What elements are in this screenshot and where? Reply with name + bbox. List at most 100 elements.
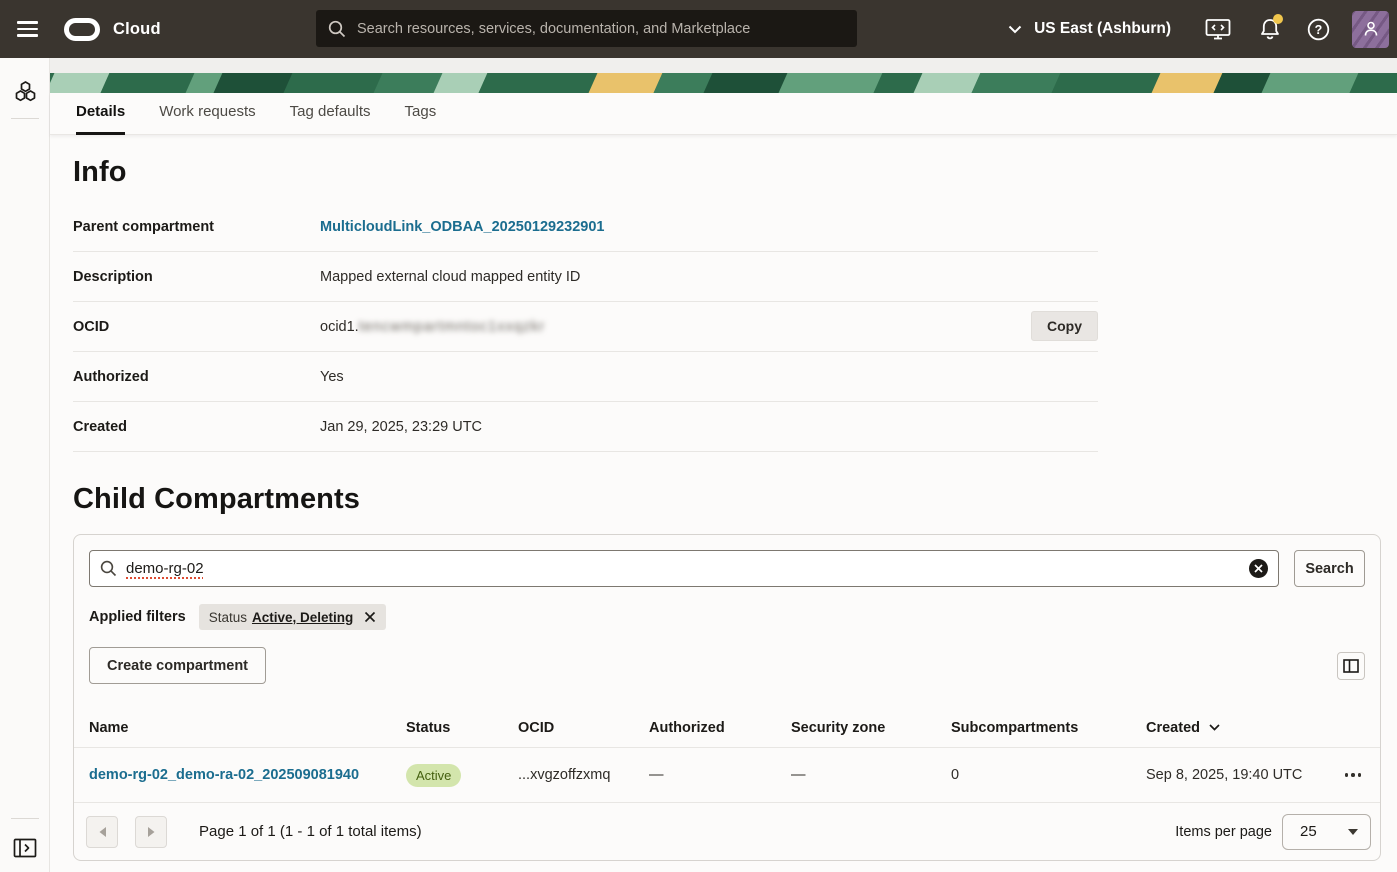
table-header-row: Name Status OCID Authorized Security zon… xyxy=(74,708,1380,748)
banner-segment xyxy=(212,73,294,93)
items-per-page-label: Items per page xyxy=(1175,824,1272,840)
detail-tabs: Details Work requests Tag defaults Tags xyxy=(50,93,1397,135)
hamburger-menu-icon[interactable] xyxy=(4,0,50,58)
search-query-text: demo-rg-02 xyxy=(126,560,204,577)
banner-segment xyxy=(1260,73,1360,93)
info-row-description: Description Mapped external cloud mapped… xyxy=(73,252,1098,302)
cell-subcompartments: 0 xyxy=(951,767,1146,783)
field-label: Parent compartment xyxy=(73,219,320,235)
info-title: Info xyxy=(73,135,1397,189)
description-value: Mapped external cloud mapped entity ID xyxy=(320,269,580,285)
search-icon xyxy=(100,560,117,577)
header-actions: US East (Ashburn) ? xyxy=(1008,0,1397,58)
cloud-shell-icon[interactable] xyxy=(1205,18,1231,41)
banner-segment xyxy=(587,73,664,93)
items-per-page-select[interactable]: 25 xyxy=(1282,814,1371,850)
cell-created: Sep 8, 2025, 19:40 UTC xyxy=(1146,767,1326,783)
field-label: Description xyxy=(73,269,320,285)
items-per-page-value: 25 xyxy=(1300,823,1317,840)
prev-page-icon[interactable] xyxy=(86,816,118,848)
left-sidebar xyxy=(0,58,50,872)
region-selector[interactable]: US East (Ashburn) xyxy=(1008,20,1171,38)
column-header-security-zone[interactable]: Security zone xyxy=(791,720,951,736)
column-header-ocid[interactable]: OCID xyxy=(518,720,649,736)
field-label: OCID xyxy=(73,319,320,335)
notification-badge xyxy=(1273,14,1283,24)
banner-segment xyxy=(477,73,599,93)
column-header-authorized[interactable]: Authorized xyxy=(649,720,791,736)
columns-settings-icon[interactable] xyxy=(1337,652,1365,680)
copy-button[interactable]: Copy xyxy=(1031,311,1098,341)
filter-chip-value[interactable]: Active, Deleting xyxy=(252,610,353,625)
brand-label: Cloud xyxy=(113,20,161,39)
notifications-bell-icon[interactable] xyxy=(1259,17,1281,41)
status-badge: Active xyxy=(406,764,461,787)
created-value: Jan 29, 2025, 23:29 UTC xyxy=(320,419,482,435)
global-search-input[interactable] xyxy=(357,21,845,37)
info-row-authorized: Authorized Yes xyxy=(73,352,1098,402)
search-icon xyxy=(328,20,346,38)
create-compartment-button[interactable]: Create compartment xyxy=(89,647,266,684)
compartments-icon[interactable] xyxy=(0,80,50,106)
cell-ocid: ...xvgzoffzxmq xyxy=(518,767,649,783)
sort-chevron-icon[interactable] xyxy=(1209,724,1220,731)
ocid-redacted-value: tencwmpartmntoc1xxqzkr xyxy=(359,319,545,335)
parent-compartment-link[interactable]: MulticloudLink_ODBAA_20250129232901 xyxy=(320,219,605,235)
table-row: demo-rg-02_demo-ra-02_202509081940 Activ… xyxy=(74,748,1380,803)
banner-segment xyxy=(777,73,884,93)
banner-segment xyxy=(99,73,196,93)
divider xyxy=(11,818,39,819)
brand: Cloud xyxy=(64,18,161,41)
tab-work-requests[interactable]: Work requests xyxy=(159,93,255,135)
chevron-down-icon xyxy=(1008,25,1022,34)
compartment-name-link[interactable]: demo-rg-02_demo-ra-02_202509081940 xyxy=(89,767,359,783)
column-header-status[interactable]: Status xyxy=(406,720,518,736)
filter-chip-prefix: Status xyxy=(209,610,247,625)
search-button[interactable]: Search xyxy=(1294,550,1365,587)
clear-search-icon[interactable] xyxy=(1249,559,1268,578)
field-label: Created xyxy=(73,419,320,435)
expand-panel-icon[interactable] xyxy=(0,838,50,858)
global-search[interactable] xyxy=(316,10,857,47)
help-icon[interactable]: ? xyxy=(1307,18,1330,41)
banner-segment xyxy=(1150,73,1224,93)
banner-segment xyxy=(970,73,1062,93)
info-row-created: Created Jan 29, 2025, 23:29 UTC xyxy=(73,402,1098,452)
field-label: Authorized xyxy=(73,369,320,385)
next-page-icon[interactable] xyxy=(135,816,167,848)
page-status-text: Page 1 of 1 (1 - 1 of 1 total items) xyxy=(199,823,422,840)
column-header-created[interactable]: Created xyxy=(1146,720,1326,736)
svg-text:?: ? xyxy=(1315,23,1323,37)
cell-security-zone: — xyxy=(791,767,951,783)
oracle-logo xyxy=(64,18,100,41)
banner-segment xyxy=(282,73,384,93)
divider xyxy=(11,118,39,119)
column-header-name[interactable]: Name xyxy=(89,720,406,736)
cell-authorized: — xyxy=(649,767,791,783)
info-row-ocid: OCID ocid1. tencwmpartmntoc1xxqzkr Copy xyxy=(73,302,1098,352)
column-header-subcompartments[interactable]: Subcompartments xyxy=(951,720,1146,736)
tab-details[interactable]: Details xyxy=(76,93,125,135)
banner-segment xyxy=(372,73,444,93)
compartment-search-input[interactable]: demo-rg-02 xyxy=(89,550,1279,587)
decorative-banner xyxy=(50,73,1397,93)
row-actions-icon[interactable] xyxy=(1341,769,1366,781)
info-row-parent-compartment: Parent compartment MulticloudLink_ODBAA_… xyxy=(73,202,1098,252)
child-compartments-title: Child Compartments xyxy=(73,452,1397,516)
authorized-value: Yes xyxy=(320,369,344,385)
banner-segment xyxy=(702,73,789,93)
applied-filters-label: Applied filters xyxy=(89,609,186,625)
status-filter-chip: Status Active, Deleting xyxy=(199,604,387,630)
compartments-table: Name Status OCID Authorized Security zon… xyxy=(74,708,1380,860)
page-background-strip xyxy=(50,58,1397,73)
pagination: Page 1 of 1 (1 - 1 of 1 total items) Ite… xyxy=(74,803,1380,860)
info-field-list: Parent compartment MulticloudLink_ODBAA_… xyxy=(73,202,1098,452)
avatar[interactable] xyxy=(1352,11,1389,48)
banner-segment xyxy=(1050,73,1162,93)
ocid-prefix: ocid1. xyxy=(320,319,359,335)
dropdown-arrow-icon xyxy=(1348,829,1358,835)
tab-tag-defaults[interactable]: Tag defaults xyxy=(290,93,371,135)
remove-filter-icon[interactable] xyxy=(364,611,376,623)
tab-tags[interactable]: Tags xyxy=(405,93,437,135)
child-compartments-panel: demo-rg-02 Search Applied filters Sta xyxy=(73,534,1381,861)
